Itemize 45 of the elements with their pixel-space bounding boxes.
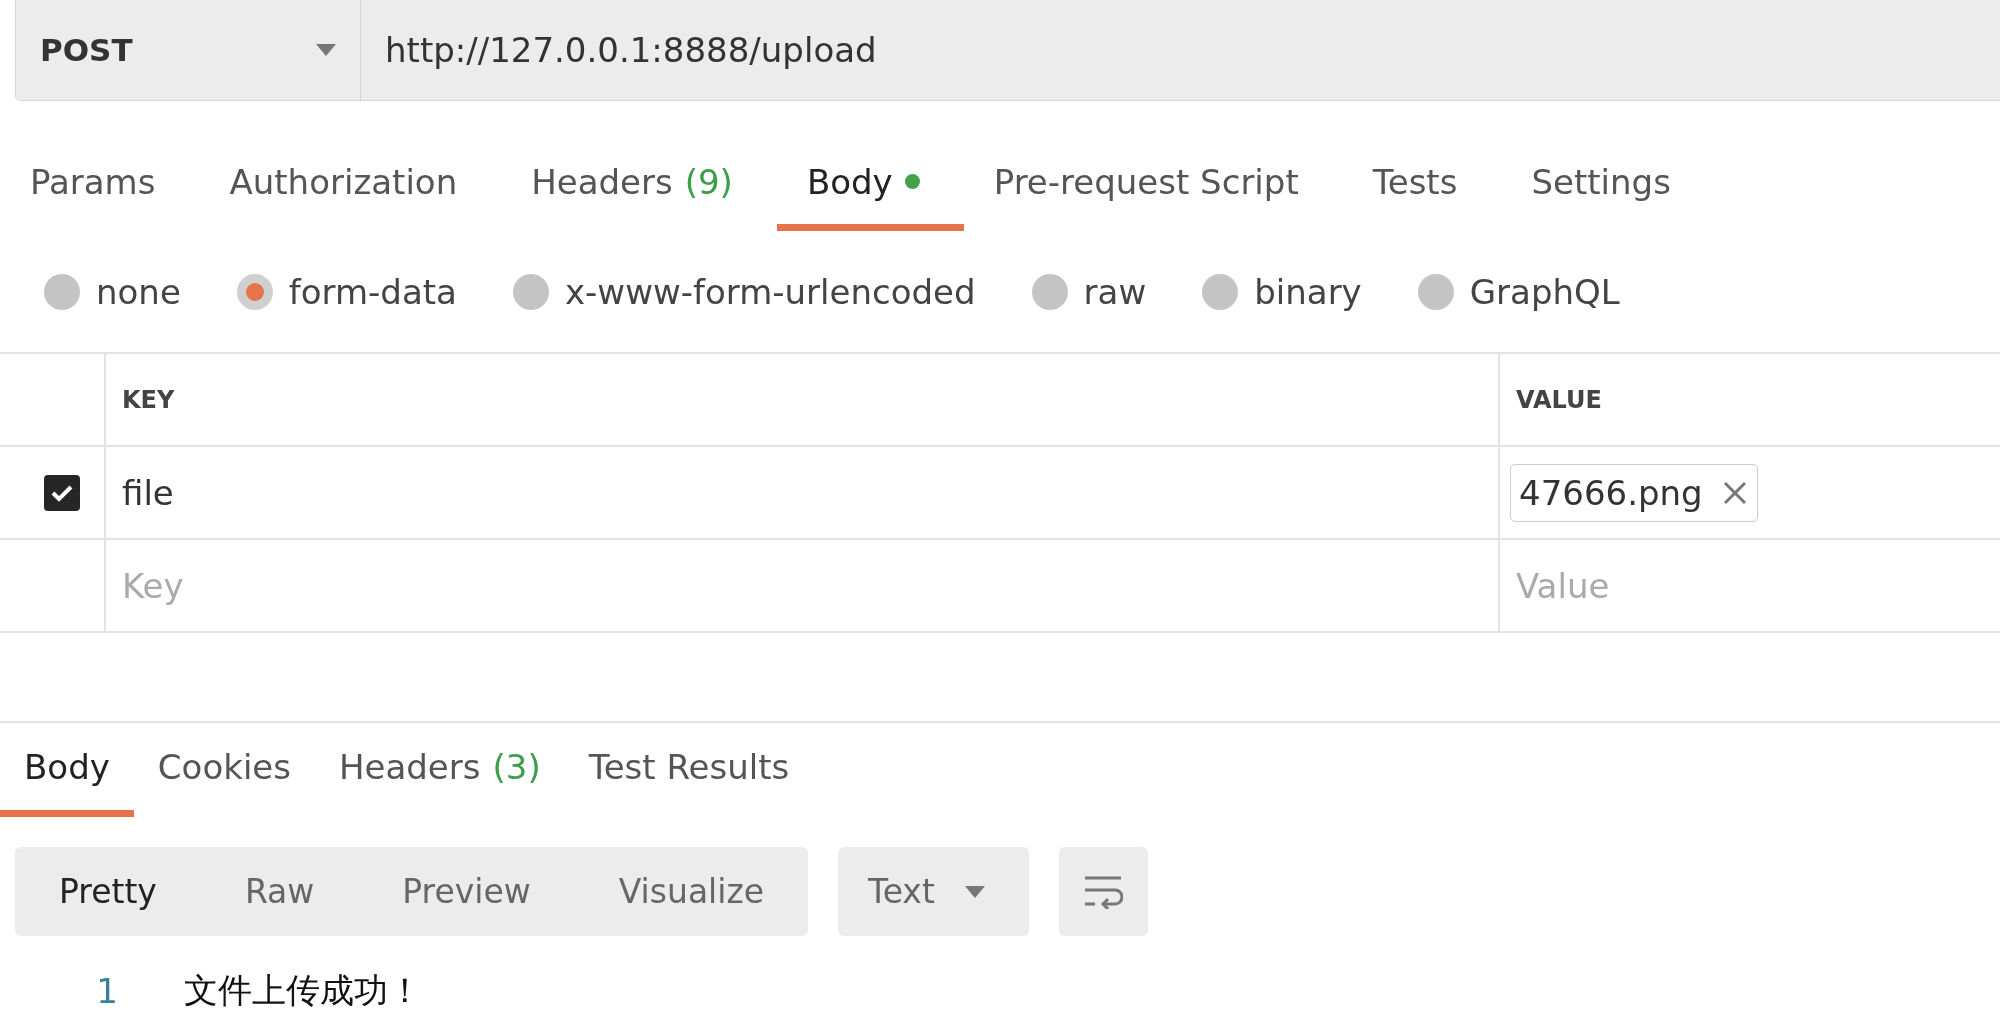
radio-button[interactable]	[512, 273, 549, 310]
method-dropdown[interactable]: POST	[15, 0, 361, 101]
view-mode-tab[interactable]: Pretty	[15, 872, 201, 911]
request-tab[interactable]: Tests	[1342, 139, 1502, 231]
request-tab[interactable]: Params	[0, 139, 200, 231]
body-type-option[interactable]: x-www-form-urlencoded	[512, 271, 976, 312]
key-field[interactable]: file	[122, 472, 1474, 513]
body-type-option[interactable]: binary	[1202, 271, 1362, 312]
body-type-option[interactable]: GraphQL	[1417, 271, 1620, 312]
request-tab[interactable]: Body	[776, 139, 964, 231]
radio-button[interactable]	[44, 273, 80, 310]
response-tab[interactable]: Body	[0, 723, 134, 817]
response-tab[interactable]: Test Results	[564, 723, 814, 817]
body-type-option[interactable]: none	[44, 271, 181, 312]
radio-button[interactable]	[236, 273, 273, 310]
column-header: VALUE	[1515, 385, 1602, 414]
value-field[interactable]: Value	[1516, 565, 1976, 606]
line-number: 1	[95, 971, 119, 1011]
response-text: 文件上传成功！	[184, 969, 422, 1012]
caret-icon	[316, 44, 336, 56]
checkbox[interactable]	[44, 474, 80, 511]
body-type-option[interactable]: form-data	[236, 271, 457, 312]
url-field[interactable]: http://127.0.0.1:8888/upload	[361, 0, 2000, 101]
radio-button[interactable]	[1031, 273, 1068, 310]
view-mode-tab[interactable]: Raw	[200, 872, 359, 911]
request-tab[interactable]: Authorization	[199, 139, 502, 231]
request-tab[interactable]: Headers (9)	[501, 139, 777, 231]
checkmark-icon	[51, 483, 73, 502]
response-tab[interactable]: Cookies	[133, 723, 315, 817]
wrap-lines-icon	[1083, 874, 1124, 909]
radio-button[interactable]	[1417, 273, 1454, 310]
request-tab[interactable]: Pre-request Script	[963, 139, 1343, 231]
column-header: KEY	[121, 385, 175, 414]
close-icon[interactable]	[1722, 480, 1747, 505]
response-tab[interactable]: Headers (3)	[314, 723, 565, 817]
view-mode-tab[interactable]: Preview	[358, 872, 575, 911]
body-type-option[interactable]: raw	[1031, 271, 1147, 312]
file-chip[interactable]: 47666.png	[1510, 463, 1758, 522]
view-mode-tab[interactable]: Visualize	[574, 872, 809, 911]
format-dropdown[interactable]: Text	[838, 847, 1029, 936]
caret-icon	[964, 885, 985, 898]
key-field[interactable]: Key	[122, 565, 1474, 606]
request-tab[interactable]: Settings	[1501, 139, 1715, 231]
radio-button[interactable]	[1202, 273, 1239, 310]
wrap-lines-button[interactable]	[1058, 847, 1148, 936]
